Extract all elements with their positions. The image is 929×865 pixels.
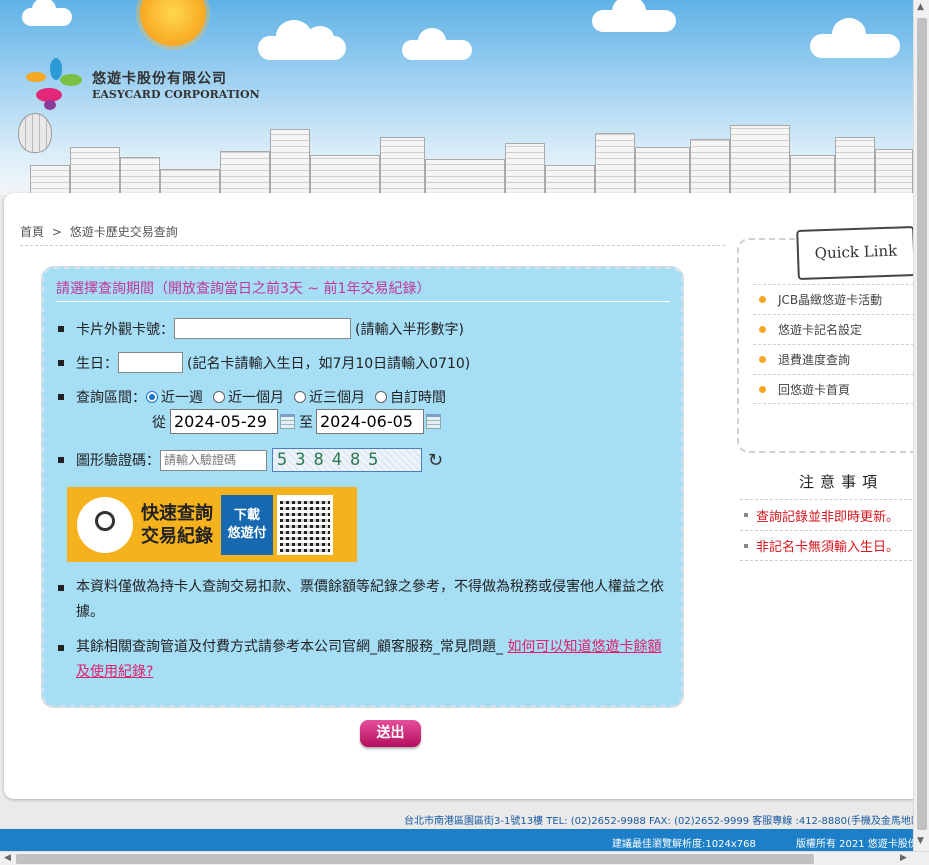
city-skyline-illustration: [0, 115, 913, 195]
calendar-icon[interactable]: [426, 414, 441, 429]
captcha-image: 538485: [272, 448, 422, 472]
breadcrumb-separator: >: [51, 225, 62, 239]
footer-resolution: 建議最佳瀏覽解析度:1024x768: [612, 839, 756, 850]
from-label: 從: [152, 414, 166, 431]
company-name-cn: 悠遊卡股份有限公司: [92, 70, 227, 87]
card-number-input[interactable]: [174, 318, 351, 339]
sun-illustration: [140, 0, 206, 46]
footer-copyright: 版權所有 2021 悠遊卡股份有限公司: [796, 839, 913, 850]
period-radio-1week[interactable]: [146, 391, 158, 403]
notice-list: 查詢記錄並非即時更新。 非記名卡無須輸入生日。: [740, 499, 917, 561]
quick-link-item[interactable]: 悠遊卡記名設定: [753, 314, 919, 344]
period-label: 查詢區間：: [76, 390, 146, 406]
quick-link-box: Quick Link JCB晶緻悠遊卡活動 悠遊卡記名設定 退費進度查詢 回悠遊…: [737, 225, 919, 453]
footer-bar: 建議最佳瀏覽解析度:1024x768 版權所有 2021 悠遊卡股份有限公司: [0, 829, 913, 851]
bullet-icon: [759, 296, 766, 303]
horizontal-scrollbar[interactable]: ◀ ▶: [0, 851, 929, 865]
birthday-hint: (記名卡請輸入生日，如7月10日請輸入0710): [187, 355, 471, 372]
bullet-icon: [744, 543, 748, 548]
birthday-label: 生日：: [76, 355, 118, 372]
form-title: 請選擇查詢期間（開放查詢當日之前3天 ~ 前1年交易紀錄）: [56, 281, 431, 297]
bullet-icon: [58, 457, 64, 463]
scroll-right-icon[interactable]: ▶: [900, 853, 907, 863]
period-row: 查詢區間： 近一週 近一個月 近三個月 自訂時間: [58, 387, 446, 407]
bullet-icon: [744, 513, 748, 517]
vertical-scrollbar[interactable]: ▲ ▼: [913, 0, 929, 851]
cloud-illustration: [402, 28, 472, 60]
bullet-icon: [58, 325, 64, 332]
qr-code-icon: [277, 494, 333, 555]
company-name-en: EASYCARD CORPORATION: [92, 87, 260, 101]
horizontal-scroll-thumb[interactable]: [16, 854, 814, 864]
notice-item: 非記名卡無須輸入生日。: [740, 530, 917, 561]
cloud-illustration: [592, 0, 676, 32]
period-radio-custom[interactable]: [375, 391, 387, 403]
captcha-row: 圖形驗證碼： 538485 ↻: [58, 448, 443, 472]
main-content: 首頁 > 悠遊卡歷史交易查詢 請選擇查詢期間（開放查詢當日之前3天 ~ 前1年交…: [4, 193, 919, 799]
period-option-label[interactable]: 自訂時間: [390, 387, 446, 407]
app-download-banner[interactable]: 快速查詢 交易紀錄 下載 悠遊付: [67, 487, 357, 562]
notice-title: 注意事項: [799, 473, 884, 491]
logo-mark-icon: [24, 54, 84, 114]
banner-download-line2: 悠遊付: [227, 525, 267, 541]
captcha-input[interactable]: [160, 449, 267, 471]
banner-download-line1: 下載: [233, 507, 260, 523]
footer-address: 台北市南港區園區街3-1號13樓 TEL: (02)2652-9988 FAX:…: [404, 816, 913, 827]
cloud-illustration: [22, 0, 72, 26]
breadcrumb-current: 悠遊卡歷史交易查詢: [69, 225, 178, 239]
bullet-icon: [759, 356, 766, 363]
bullet-icon: [58, 359, 64, 366]
birthday-row: 生日： (記名卡請輸入生日，如7月10日請輸入0710): [58, 352, 470, 373]
site-header: 悠遊卡股份有限公司 EASYCARD CORPORATION: [0, 0, 913, 195]
query-form-panel: 請選擇查詢期間（開放查詢當日之前3天 ~ 前1年交易紀錄） 卡片外觀卡號： (請…: [41, 266, 684, 708]
note-item: 其餘相關查詢管道及付費方式請參考本公司官網_顧客服務_常見問題_ 如何可以知道悠…: [58, 635, 668, 685]
calendar-icon[interactable]: [280, 414, 295, 429]
quick-link-item[interactable]: JCB晶緻悠遊卡活動: [753, 284, 919, 314]
quick-link-item[interactable]: 回悠遊卡首頁: [753, 374, 919, 404]
cloud-illustration: [258, 20, 346, 60]
card-number-hint: (請輸入半形數字): [355, 321, 464, 338]
to-label: 至: [299, 414, 313, 431]
card-number-row: 卡片外觀卡號： (請輸入半形數字): [58, 318, 464, 339]
from-date-input[interactable]: [170, 409, 278, 434]
period-option-label[interactable]: 近一個月: [228, 387, 284, 407]
captcha-label: 圖形驗證碼：: [76, 453, 160, 469]
quick-link-title: Quick Link: [796, 225, 916, 281]
easycard-logo[interactable]: 悠遊卡股份有限公司 EASYCARD CORPORATION: [24, 54, 260, 114]
banner-line1: 快速查詢: [141, 502, 213, 524]
bullet-icon: [58, 394, 64, 400]
scroll-up-icon[interactable]: ▲: [917, 2, 924, 12]
notice-item: 查詢記錄並非即時更新。: [740, 499, 917, 530]
bullet-icon: [759, 385, 766, 393]
title-divider: [56, 301, 670, 302]
cloud-illustration: [810, 18, 900, 58]
note-item: 本資料僅做為持卡人查詢交易扣款、票價餘額等紀錄之參考，不得做為稅務或侵害他人權益…: [58, 575, 668, 625]
breadcrumb-home-link[interactable]: 首頁: [20, 225, 44, 239]
note-other-channels: 其餘相關查詢管道及付費方式請參考本公司官網_顧客服務_常見問題_: [76, 639, 503, 655]
bullet-icon: [759, 326, 766, 333]
period-option-label[interactable]: 近三個月: [309, 387, 365, 407]
to-date-input[interactable]: [316, 409, 424, 434]
scroll-left-icon[interactable]: ◀: [4, 853, 11, 863]
quick-link-list: JCB晶緻悠遊卡活動 悠遊卡記名設定 退費進度查詢 回悠遊卡首頁: [753, 284, 919, 404]
date-range-row: 從 至: [152, 409, 445, 434]
period-radio-1month[interactable]: [213, 391, 225, 403]
bullet-icon: [58, 585, 64, 591]
note-disclaimer: 本資料僅做為持卡人查詢交易扣款、票價餘額等紀錄之參考，不得做為稅務或侵害他人權益…: [76, 579, 664, 620]
submit-button[interactable]: 送出: [360, 720, 421, 747]
period-radio-3months[interactable]: [294, 391, 306, 403]
search-document-icon: [77, 496, 133, 553]
banner-line2: 交易紀錄: [141, 525, 213, 547]
period-option-label[interactable]: 近一週: [161, 387, 203, 407]
refresh-captcha-icon[interactable]: ↻: [428, 450, 443, 471]
scroll-down-icon[interactable]: ▼: [917, 836, 924, 846]
bullet-icon: [58, 645, 64, 651]
quick-link-item[interactable]: 退費進度查詢: [753, 344, 919, 374]
breadcrumb: 首頁 > 悠遊卡歷史交易查詢: [20, 223, 178, 240]
breadcrumb-divider: [20, 245, 725, 246]
card-number-label: 卡片外觀卡號：: [76, 321, 174, 338]
birthday-input[interactable]: [118, 352, 183, 373]
vertical-scroll-thumb[interactable]: [917, 18, 927, 830]
